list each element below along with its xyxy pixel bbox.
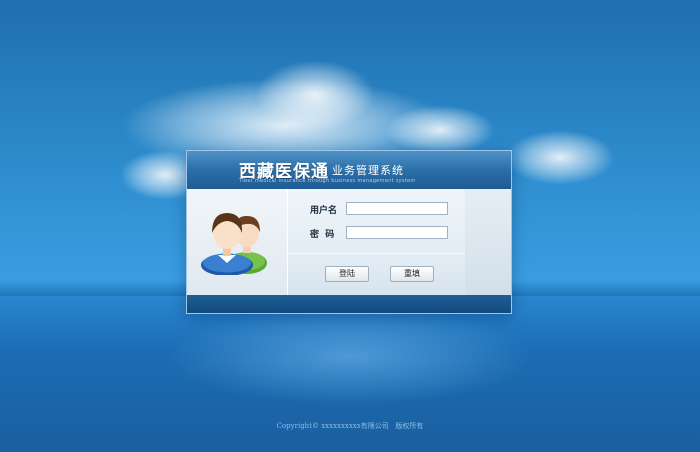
login-form: 用户名 密 码 登陆 重填 <box>287 189 466 295</box>
login-panel-body: 用户名 密 码 登陆 重填 <box>187 189 511 295</box>
username-input[interactable] <box>346 202 448 215</box>
avatar-area <box>187 189 287 295</box>
copyright-text: Copyright© xxxxxxxxxx有限公司 版权所有 <box>276 422 424 430</box>
brand-english-subtitle: Tibet medical insurance through business… <box>239 178 416 184</box>
cloud <box>255 60 375 130</box>
reset-button[interactable]: 重填 <box>390 266 434 282</box>
login-button[interactable]: 登陆 <box>325 266 369 282</box>
panel-side-area <box>465 189 511 295</box>
users-icon <box>201 213 267 275</box>
login-panel: 西藏医保通 业务管理系统 Tibet medical insurance thr… <box>186 150 512 314</box>
cloud <box>505 130 615 185</box>
password-input[interactable] <box>346 226 448 239</box>
password-label: 密 码 <box>310 230 335 240</box>
brand-subtitle: 业务管理系统 <box>332 164 404 177</box>
login-panel-header: 西藏医保通 业务管理系统 Tibet medical insurance thr… <box>187 151 511 189</box>
cloud <box>385 105 495 155</box>
username-label: 用户名 <box>310 206 338 216</box>
button-row: 登陆 重填 <box>288 253 466 295</box>
login-panel-footer <box>187 295 511 313</box>
